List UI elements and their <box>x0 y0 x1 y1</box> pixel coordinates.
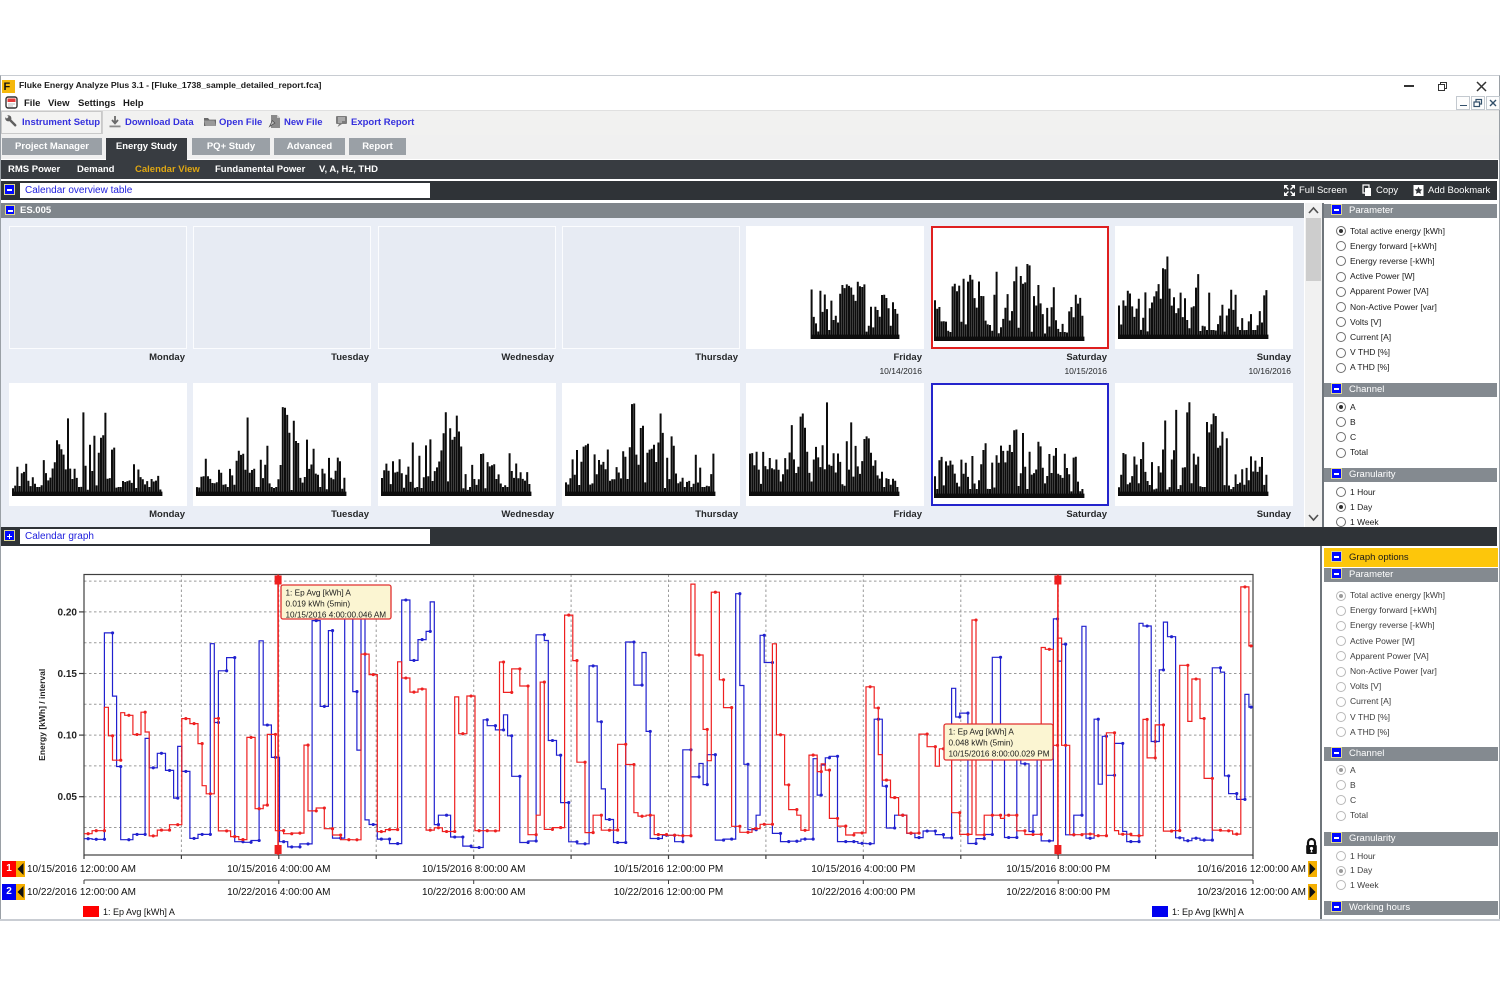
svg-text:0.20: 0.20 <box>58 607 78 618</box>
svg-text:0.10: 0.10 <box>58 731 78 742</box>
svg-text:0.019 kWh (5min): 0.019 kWh (5min) <box>286 600 351 609</box>
svg-text:0.15: 0.15 <box>58 669 78 680</box>
svg-text:1: Ep Avg [kWh] A: 1: Ep Avg [kWh] A <box>286 589 352 598</box>
svg-text:1: Ep Avg [kWh] A: 1: Ep Avg [kWh] A <box>949 728 1015 737</box>
svg-text:0.048 kWh (5min): 0.048 kWh (5min) <box>949 739 1014 748</box>
svg-text:10/15/2016 4:00:00.046 AM: 10/15/2016 4:00:00.046 AM <box>286 611 387 620</box>
svg-text:Energy [kWh] / interval: Energy [kWh] / interval <box>37 669 47 761</box>
svg-text:10/15/2016 8:00:00.029 PM: 10/15/2016 8:00:00.029 PM <box>949 750 1050 759</box>
svg-text:0.05: 0.05 <box>58 792 78 803</box>
